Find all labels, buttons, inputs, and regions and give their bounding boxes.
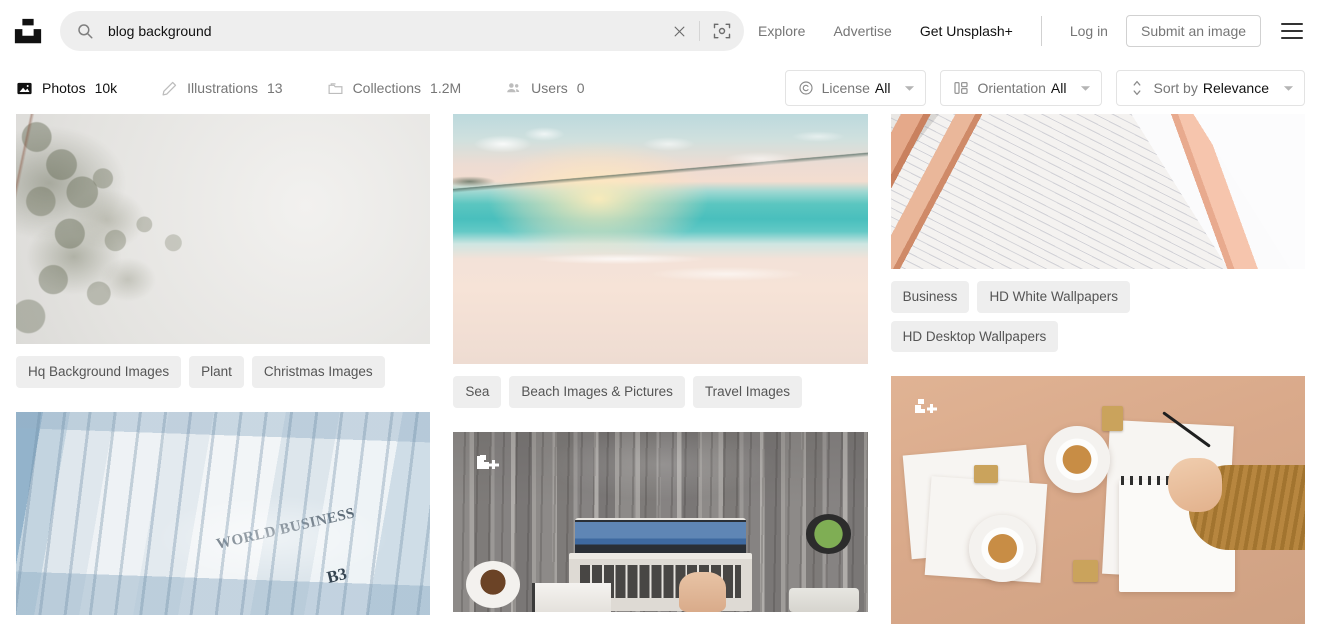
photo-image bbox=[453, 114, 868, 364]
photo-icon bbox=[16, 80, 33, 97]
tag-pill[interactable]: Hq Background Images bbox=[16, 356, 182, 388]
copyright-icon bbox=[798, 80, 814, 96]
tag-pill[interactable]: Plant bbox=[189, 356, 244, 388]
tag-pill[interactable]: Business bbox=[890, 281, 970, 313]
photo-card: Sea Beach Images & Pictures Travel Image… bbox=[453, 114, 868, 426]
nav-link-explore[interactable]: Explore bbox=[744, 15, 819, 47]
photo-thumbnail-wooden-desk-laptop[interactable] bbox=[453, 431, 868, 612]
photo-image bbox=[890, 114, 1305, 269]
primary-nav: Explore Advertise Get Unsplash+ Log in S… bbox=[744, 14, 1309, 48]
photo-image: WORLD BUSINESS B3 bbox=[16, 411, 431, 615]
tag-pill[interactable]: HD Desktop Wallpapers bbox=[890, 320, 1059, 352]
tab-photos-count: 10k bbox=[94, 80, 118, 96]
tab-users-count: 0 bbox=[576, 80, 585, 96]
photo-card bbox=[890, 376, 1305, 624]
login-link[interactable]: Log in bbox=[1056, 15, 1122, 47]
license-filter-value: All bbox=[874, 80, 891, 96]
newspaper-headline-text: WORLD BUSINESS bbox=[214, 505, 357, 553]
tag-pill[interactable]: Beach Images & Pictures bbox=[509, 376, 685, 408]
photo-thumbnail-beach-sunset[interactable] bbox=[453, 114, 868, 364]
chevron-down-icon bbox=[1080, 83, 1091, 94]
tab-collections[interactable]: Collections 1.2M bbox=[327, 71, 486, 105]
orientation-filter-dropdown[interactable]: Orientation All bbox=[940, 70, 1103, 106]
photo-thumbnail-eucalyptus[interactable] bbox=[16, 114, 431, 344]
tab-users[interactable]: Users 0 bbox=[505, 71, 608, 105]
unsplash-logo-icon[interactable] bbox=[12, 15, 44, 47]
submit-an-image-button[interactable]: Submit an image bbox=[1125, 15, 1262, 47]
sort-by-label: Sort by bbox=[1153, 80, 1198, 96]
search-input[interactable] bbox=[108, 23, 663, 39]
photo-card bbox=[453, 431, 868, 612]
orientation-filter-label: Orientation bbox=[977, 80, 1046, 96]
filter-bar: Photos 10k Illustrations 13 Collections … bbox=[0, 62, 1321, 114]
search-bar[interactable] bbox=[60, 11, 744, 51]
tab-illustrations-label: Illustrations bbox=[187, 80, 258, 96]
nav-divider bbox=[1040, 16, 1042, 46]
photo-image bbox=[16, 114, 431, 344]
pen-icon bbox=[161, 80, 178, 97]
tab-illustrations-count: 13 bbox=[266, 80, 283, 96]
tag-pill[interactable]: Christmas Images bbox=[251, 356, 385, 388]
photo-thumbnail-rose-gold-desk[interactable] bbox=[890, 114, 1305, 269]
license-filter-dropdown[interactable]: License All bbox=[784, 70, 927, 106]
tab-photos-label: Photos bbox=[42, 80, 86, 96]
tab-collections-label: Collections bbox=[352, 80, 422, 96]
chevron-down-icon bbox=[1283, 83, 1294, 94]
coffee-cup-shape bbox=[465, 561, 520, 608]
newspaper-page-text: B3 bbox=[324, 563, 349, 587]
sort-by-dropdown[interactable]: Sort by Relevance bbox=[1116, 70, 1305, 106]
sort-icon bbox=[1129, 80, 1145, 96]
photo-card: Hq Background Images Plant Christmas Ima… bbox=[16, 114, 431, 406]
photo-tag-list: Business HD White Wallpapers HD Desktop … bbox=[890, 269, 1305, 370]
orientation-icon bbox=[953, 80, 969, 96]
search-icon bbox=[76, 22, 94, 40]
filter-controls: License All Orientation All Sort by Rele… bbox=[784, 70, 1305, 106]
pad-shape bbox=[788, 588, 860, 612]
sort-by-value: Relevance bbox=[1202, 80, 1269, 96]
site-header: Explore Advertise Get Unsplash+ Log in S… bbox=[0, 0, 1321, 62]
tab-collections-count: 1.2M bbox=[430, 80, 462, 96]
tag-pill[interactable]: Travel Images bbox=[692, 376, 802, 408]
orientation-filter-value: All bbox=[1050, 80, 1067, 96]
search-divider bbox=[699, 21, 700, 41]
license-filter-label: License bbox=[821, 80, 870, 96]
nav-link-advertise[interactable]: Advertise bbox=[819, 15, 905, 47]
tab-users-label: Users bbox=[531, 80, 568, 96]
photo-card: WORLD BUSINESS B3 bbox=[16, 411, 431, 615]
results-column-3: Business HD White Wallpapers HD Desktop … bbox=[890, 114, 1305, 628]
tab-photos[interactable]: Photos 10k bbox=[16, 71, 141, 105]
result-type-tabs: Photos 10k Illustrations 13 Collections … bbox=[16, 71, 629, 105]
search-results-grid: Hq Background Images Plant Christmas Ima… bbox=[0, 114, 1321, 628]
photo-tag-list: Hq Background Images Plant Christmas Ima… bbox=[16, 344, 430, 406]
tab-illustrations[interactable]: Illustrations 13 bbox=[161, 71, 306, 105]
clear-search-button[interactable] bbox=[663, 15, 695, 47]
tag-pill[interactable]: Sea bbox=[453, 376, 502, 408]
hamburger-menu-icon[interactable] bbox=[1275, 14, 1309, 48]
folder-icon bbox=[327, 80, 344, 97]
results-column-1: Hq Background Images Plant Christmas Ima… bbox=[16, 114, 431, 628]
users-icon bbox=[505, 80, 522, 97]
photo-thumbnail-coffee-notebook[interactable] bbox=[890, 376, 1305, 624]
photo-image bbox=[890, 376, 1305, 624]
chevron-down-icon bbox=[904, 83, 915, 94]
visual-search-icon[interactable] bbox=[704, 15, 740, 47]
photo-card: Business HD White Wallpapers HD Desktop … bbox=[890, 114, 1305, 370]
tag-pill[interactable]: HD White Wallpapers bbox=[977, 281, 1130, 313]
results-column-2: Sea Beach Images & Pictures Travel Image… bbox=[453, 114, 868, 628]
notebook-shape bbox=[532, 582, 611, 612]
succulent-shape bbox=[805, 514, 852, 554]
photo-thumbnail-newspapers[interactable]: WORLD BUSINESS B3 bbox=[16, 411, 431, 615]
nav-link-get-unsplash-plus[interactable]: Get Unsplash+ bbox=[906, 15, 1027, 47]
photo-tag-list: Sea Beach Images & Pictures Travel Image… bbox=[453, 364, 867, 426]
